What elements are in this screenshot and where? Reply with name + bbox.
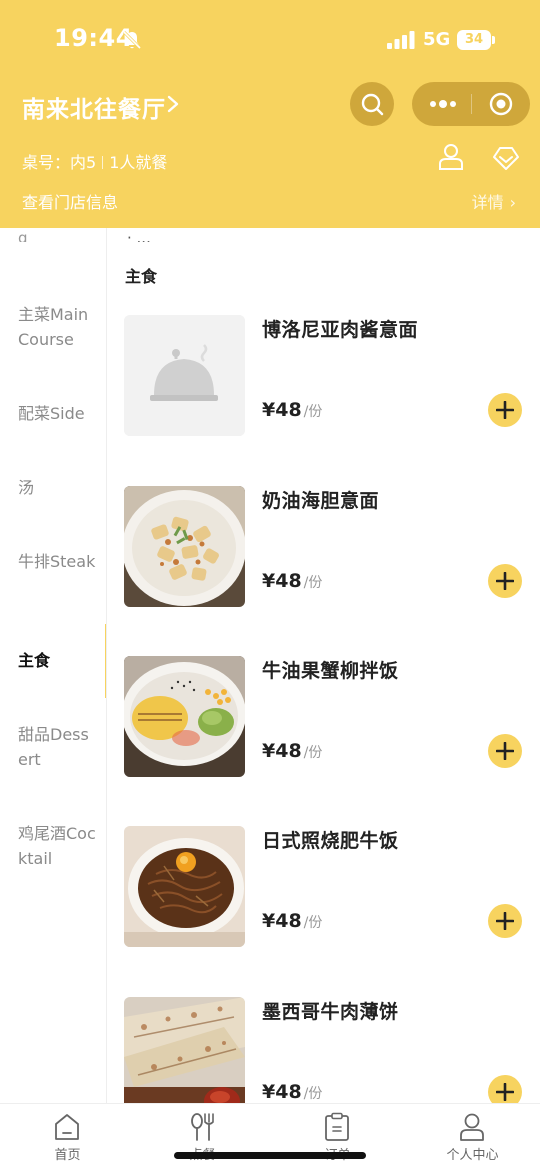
- dish-price: ¥48/份: [262, 1081, 322, 1103]
- category-staple[interactable]: 主食: [18, 648, 98, 673]
- dish-image[interactable]: [124, 826, 245, 947]
- add-to-cart-button[interactable]: [488, 734, 522, 768]
- dish-name[interactable]: 日式照烧肥牛饭: [262, 826, 399, 853]
- category-sidebar: g 主菜Main Course 配菜Side 汤 牛排Steak 主食 甜品De…: [0, 228, 107, 1103]
- miniprogram-capsule: [412, 82, 530, 126]
- plus-icon: [496, 1083, 514, 1101]
- price-value: ¥48: [262, 399, 302, 421]
- plus-icon: [496, 912, 514, 930]
- store-name[interactable]: 南来北往餐厅: [22, 90, 166, 124]
- pasta-photo: [124, 486, 245, 607]
- chevron-right-icon: ›: [509, 193, 516, 212]
- store-header: 19:44 5G 34 南来北往餐厅 桌号：内5 1人就餐 查看门店信息 详情 …: [0, 0, 540, 228]
- price-value: ¥48: [262, 570, 302, 592]
- dish-name[interactable]: 奶油海胆意面: [262, 486, 379, 513]
- section-title: 主食: [125, 267, 158, 286]
- dish-price: ¥48/份: [262, 570, 322, 592]
- category-side[interactable]: 配菜Side: [18, 401, 98, 426]
- add-to-cart-button[interactable]: [488, 564, 522, 598]
- battery-icon: 34: [457, 30, 495, 50]
- table-info: 桌号：内5 1人就餐: [22, 149, 167, 173]
- bottom-tab-bar: 首页 点餐 订单 个人中心: [0, 1103, 540, 1171]
- previous-section-cut: · ...: [127, 229, 151, 242]
- category-main-course[interactable]: 主菜Main Course: [18, 302, 98, 352]
- network-label: 5G: [423, 29, 451, 50]
- dish-name[interactable]: 墨西哥牛肉薄饼: [262, 997, 399, 1024]
- tab-home[interactable]: 首页: [0, 1104, 135, 1171]
- more-icon[interactable]: [428, 94, 458, 114]
- plus-icon: [496, 401, 514, 419]
- user-icon[interactable]: [438, 143, 464, 171]
- dish-item[interactable]: 日式照烧肥牛饭 ¥48/份: [107, 826, 540, 966]
- capsule-divider: [471, 94, 472, 114]
- clipboard-icon: [325, 1112, 349, 1141]
- dish-item[interactable]: 牛油果蟹柳拌饭 ¥48/份: [107, 656, 540, 796]
- dish-image[interactable]: [124, 486, 245, 607]
- store-info-link[interactable]: 查看门店信息: [22, 189, 118, 213]
- beef-rice-photo: [124, 826, 245, 947]
- home-icon: [55, 1114, 79, 1140]
- dish-price: ¥48/份: [262, 740, 322, 762]
- quesadilla-photo: [124, 997, 245, 1103]
- category-steak[interactable]: 牛排Steak: [18, 549, 98, 574]
- category-dessert[interactable]: 甜品Dessert: [18, 722, 98, 772]
- search-button[interactable]: [350, 82, 394, 126]
- price-unit: /份: [303, 404, 323, 420]
- category-cocktail[interactable]: 鸡尾酒Cocktail: [18, 821, 98, 871]
- tab-order-food[interactable]: 点餐: [135, 1104, 270, 1171]
- details-label: 详情: [471, 193, 504, 212]
- signal-icon: [387, 31, 415, 49]
- user-icon: [460, 1113, 484, 1141]
- plus-icon: [496, 572, 514, 590]
- price-value: ¥48: [262, 1081, 302, 1103]
- close-miniprogram-icon[interactable]: [488, 92, 514, 116]
- utensils-icon: [191, 1113, 214, 1141]
- add-to-cart-button[interactable]: [488, 1075, 522, 1103]
- dish-item[interactable]: 奶油海胆意面 ¥48/份: [107, 486, 540, 626]
- price-unit: /份: [303, 915, 323, 931]
- chevron-right-icon[interactable]: [166, 95, 180, 113]
- diner-count: 1人就餐: [109, 153, 168, 172]
- bell-off-icon: [122, 30, 142, 50]
- home-indicator[interactable]: [174, 1152, 366, 1159]
- dish-item[interactable]: 墨西哥牛肉薄饼 ¥48/份: [107, 997, 540, 1103]
- add-to-cart-button[interactable]: [488, 393, 522, 427]
- dish-image[interactable]: [124, 997, 245, 1103]
- tab-profile[interactable]: 个人中心: [405, 1104, 540, 1171]
- category-soup[interactable]: 汤: [18, 475, 98, 500]
- dish-list[interactable]: · ... 主食 博洛尼亚肉酱意面 ¥48/份 奶油海胆意面 ¥48 /份 牛油…: [107, 228, 540, 1103]
- price-unit: /份: [303, 745, 323, 761]
- search-icon: [361, 93, 384, 116]
- add-to-cart-button[interactable]: [488, 904, 522, 938]
- price-value: ¥48: [262, 740, 302, 762]
- dish-name[interactable]: 牛油果蟹柳拌饭: [262, 656, 399, 683]
- plus-icon: [496, 742, 514, 760]
- tab-orders[interactable]: 订单: [270, 1104, 405, 1171]
- rice-bowl-photo: [124, 656, 245, 777]
- price-unit: /份: [303, 575, 323, 591]
- tab-label: 首页: [54, 1148, 81, 1163]
- category-item-cut[interactable]: g: [18, 228, 28, 242]
- dish-image[interactable]: [124, 315, 245, 436]
- tab-label: 个人中心: [446, 1148, 499, 1163]
- details-link[interactable]: 详情 ›: [472, 189, 516, 213]
- diamond-icon[interactable]: [492, 145, 520, 171]
- dish-name[interactable]: 博洛尼亚肉酱意面: [262, 315, 418, 342]
- cloche-placeholder-icon: [124, 315, 245, 436]
- price-value: ¥48: [262, 910, 302, 932]
- dish-price: ¥48/份: [262, 399, 322, 421]
- dish-price: ¥48/份: [262, 910, 322, 932]
- price-unit: /份: [303, 1086, 323, 1102]
- status-bar: 19:44 5G 34: [0, 0, 540, 80]
- dish-image[interactable]: [124, 656, 245, 777]
- table-number: 桌号：内5: [22, 153, 97, 172]
- dish-item[interactable]: 博洛尼亚肉酱意面 ¥48/份: [107, 315, 540, 455]
- battery-level: 34: [464, 32, 484, 47]
